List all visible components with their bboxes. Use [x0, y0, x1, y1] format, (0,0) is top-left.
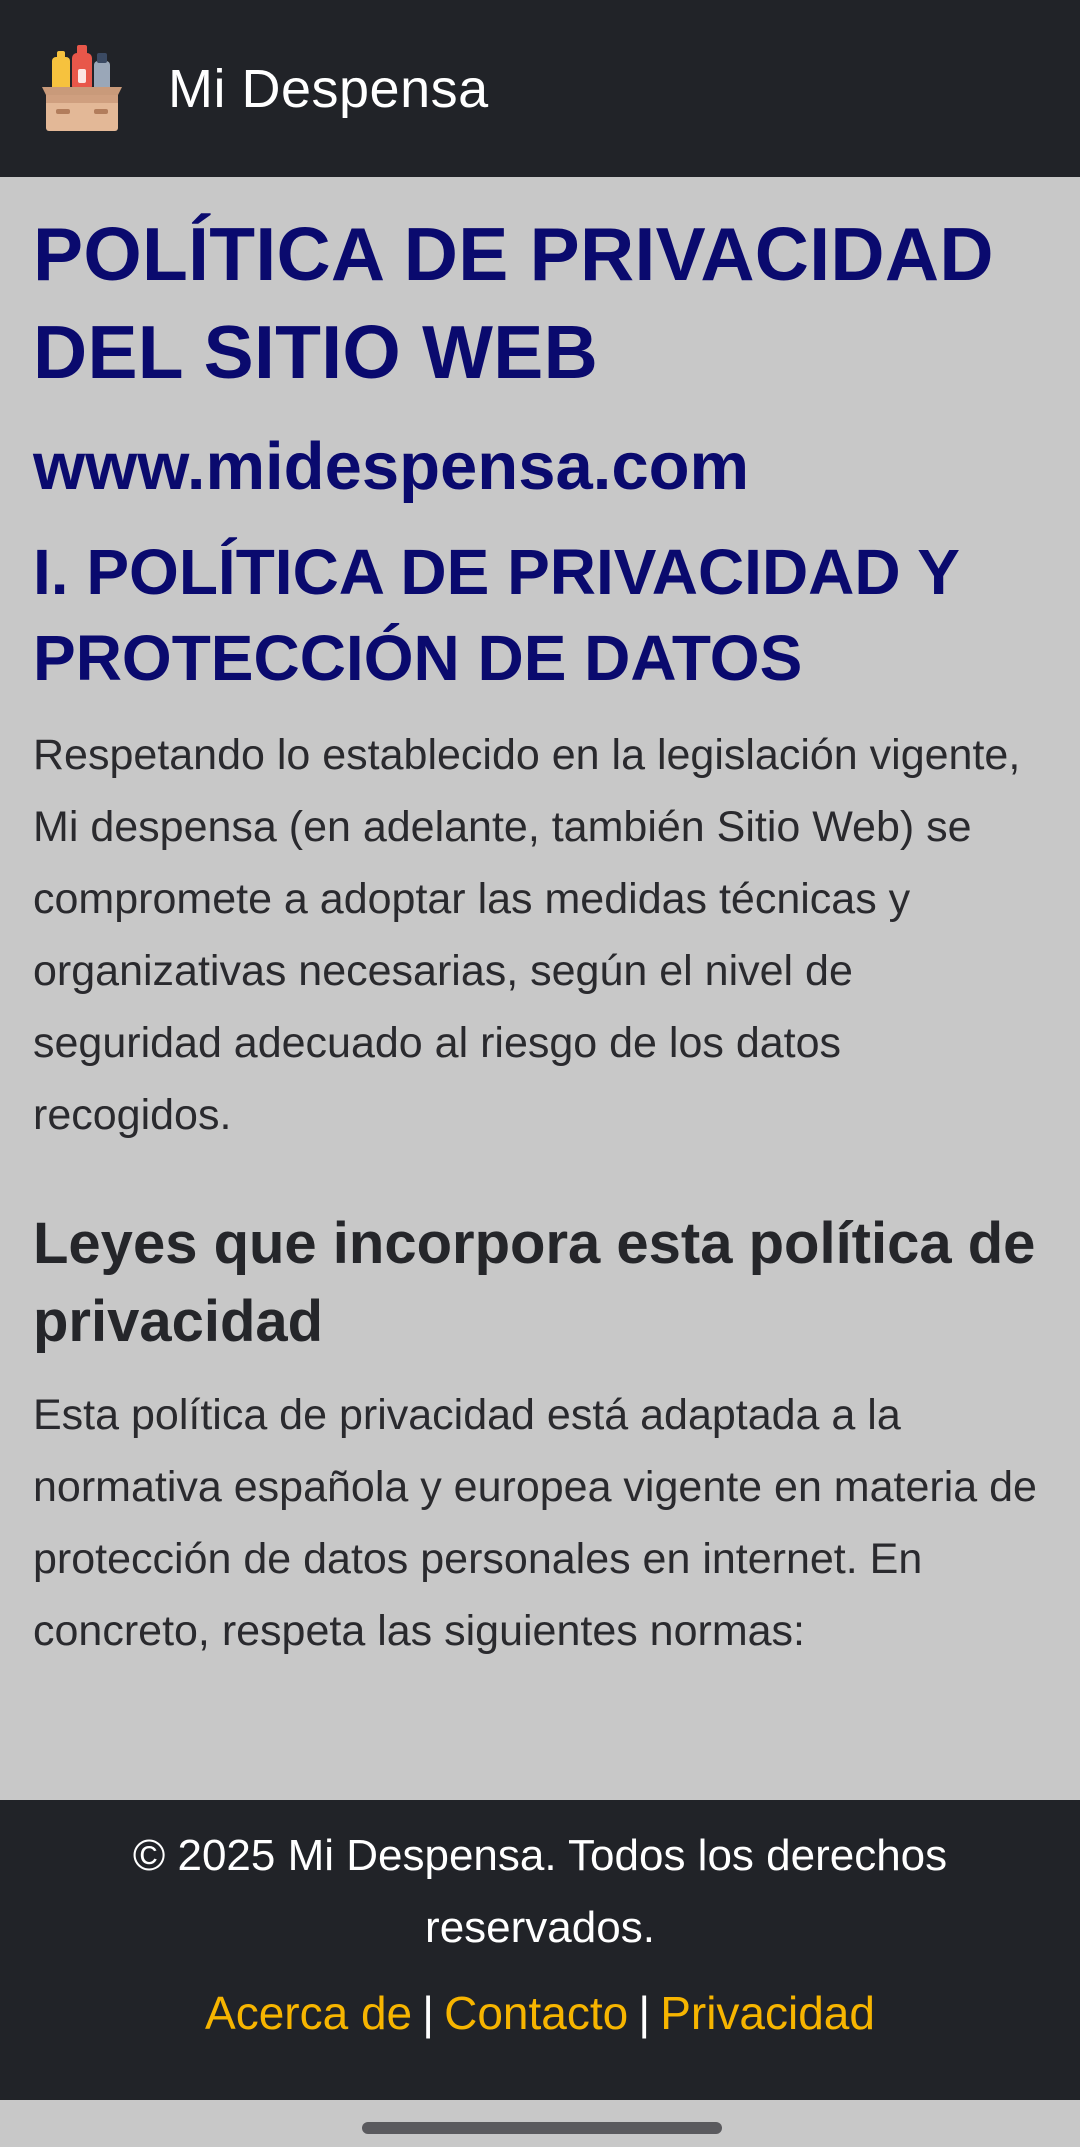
app-frame: Mi Despensa POLÍTICA DE PRIVACIDAD DEL S… [0, 0, 1080, 2147]
laws-paragraph: Esta política de privacidad está adaptad… [33, 1391, 1037, 1655]
footer-links: Acerca de | Contacto | Privacidad [0, 1978, 1080, 2048]
system-nav-bar [0, 2100, 1080, 2147]
page-footer: © 2025 Mi Despensa. Todos los derechos r… [0, 1800, 1080, 2100]
app-header: Mi Despensa [0, 0, 1080, 177]
page-title: POLÍTICA DE PRIVACIDAD DEL SITIO WEB [33, 212, 994, 394]
contact-link[interactable]: Contacto [444, 1987, 628, 2039]
privacy-content: POLÍTICA DE PRIVACIDAD DEL SITIO WEB www… [33, 205, 1047, 1667]
pantry-box-icon [42, 44, 122, 131]
laws-title: Leyes que incorpora esta política de pri… [33, 1211, 1036, 1354]
link-separator: | [638, 1987, 651, 2039]
app-title: Mi Despensa [168, 58, 489, 119]
copyright-text: © 2025 Mi Despensa. Todos los derechos r… [132, 1831, 948, 1952]
section-paragraph: Respetando lo establecido en la legislac… [33, 731, 1021, 1139]
link-separator: | [422, 1987, 435, 2039]
privacy-link[interactable]: Privacidad [660, 1987, 875, 2039]
site-url-heading: www.midespensa.com [33, 429, 750, 504]
about-link[interactable]: Acerca de [205, 1987, 412, 2039]
home-indicator[interactable] [362, 2122, 722, 2134]
section-title: I. POLÍTICA DE PRIVACIDAD Y PROTECCIÓN D… [33, 536, 959, 694]
